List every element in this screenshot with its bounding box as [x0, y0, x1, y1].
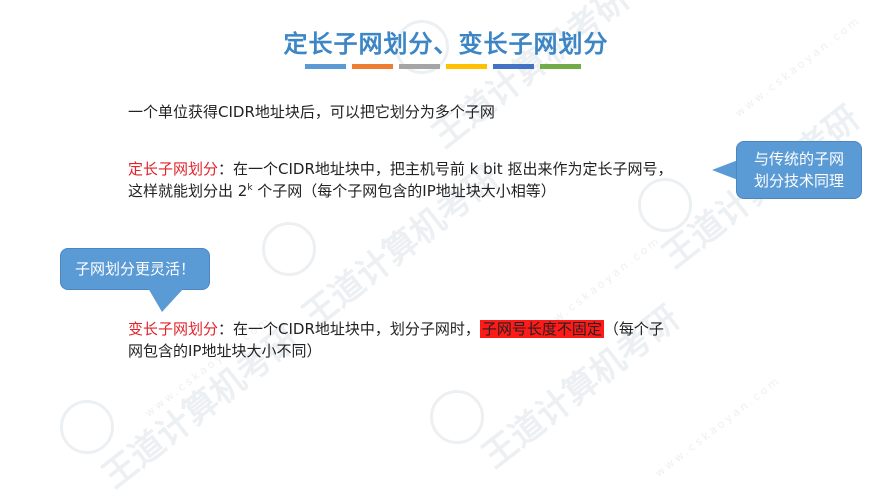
page-title: 定长子网划分、变长子网划分: [283, 30, 609, 58]
bubble-right-line1: 与传统的子网: [753, 150, 844, 168]
variable-subnet-desc-tail: （每个子: [603, 320, 664, 338]
accent-bar: [352, 64, 393, 69]
watermark-seal: [430, 390, 484, 444]
watermark-seal: [638, 178, 692, 232]
watermark-seal: [60, 400, 114, 454]
fixed-subnet-count-suffix: 个子网（每个子网包含的IP地址块大小相等）: [252, 182, 556, 200]
bubble-right-tail: [712, 160, 738, 180]
callout-bubble-right: 与传统的子网 划分技术同理: [736, 141, 862, 199]
accent-bar: [399, 64, 440, 69]
bubble-right-line2: 划分技术同理: [753, 172, 844, 190]
fixed-subnet-line1: 定长子网划分：在一个CIDR地址块中，把主机号前 k bit 抠出来作为定长子网…: [128, 158, 672, 180]
variable-subnet-line1: 变长子网划分：在一个CIDR地址块中，划分子网时， 子网号长度不固定 （每个子: [128, 318, 664, 340]
accent-bar: [540, 64, 581, 69]
fixed-subnet-line2: 这样就能划分出 2k 个子网（每个子网包含的IP地址块大小相等）: [128, 180, 556, 202]
variable-subnet-term: 变长子网划分: [128, 320, 219, 338]
callout-bubble-left: 子网划分更灵活！: [60, 248, 210, 290]
accent-bar: [305, 64, 346, 69]
intro-text: 一个单位获得CIDR地址块后，可以把它划分为多个子网: [128, 103, 495, 121]
accent-bar: [446, 64, 487, 69]
highlighted-phrase: 子网号长度不固定: [479, 320, 604, 338]
bubble-left-text: 子网划分更灵活！: [74, 260, 195, 278]
bubble-left-tail: [148, 288, 184, 312]
accent-bar: [493, 64, 534, 69]
watermark-url: www.cskaoyan.com: [652, 373, 784, 480]
fixed-subnet-desc: ：在一个CIDR地址块中，把主机号前 k bit 抠出来作为定长子网号，: [218, 160, 673, 178]
fixed-subnet-count-prefix: 这样就能划分出 2: [128, 182, 248, 200]
fixed-subnet-term: 定长子网划分: [128, 160, 219, 178]
variable-subnet-line2: 网包含的IP地址块大小不同）: [128, 342, 322, 360]
watermark-seal: [262, 222, 316, 276]
variable-subnet-desc: ：在一个CIDR地址块中，划分子网时，: [218, 320, 480, 338]
accent-bars: [305, 64, 581, 69]
